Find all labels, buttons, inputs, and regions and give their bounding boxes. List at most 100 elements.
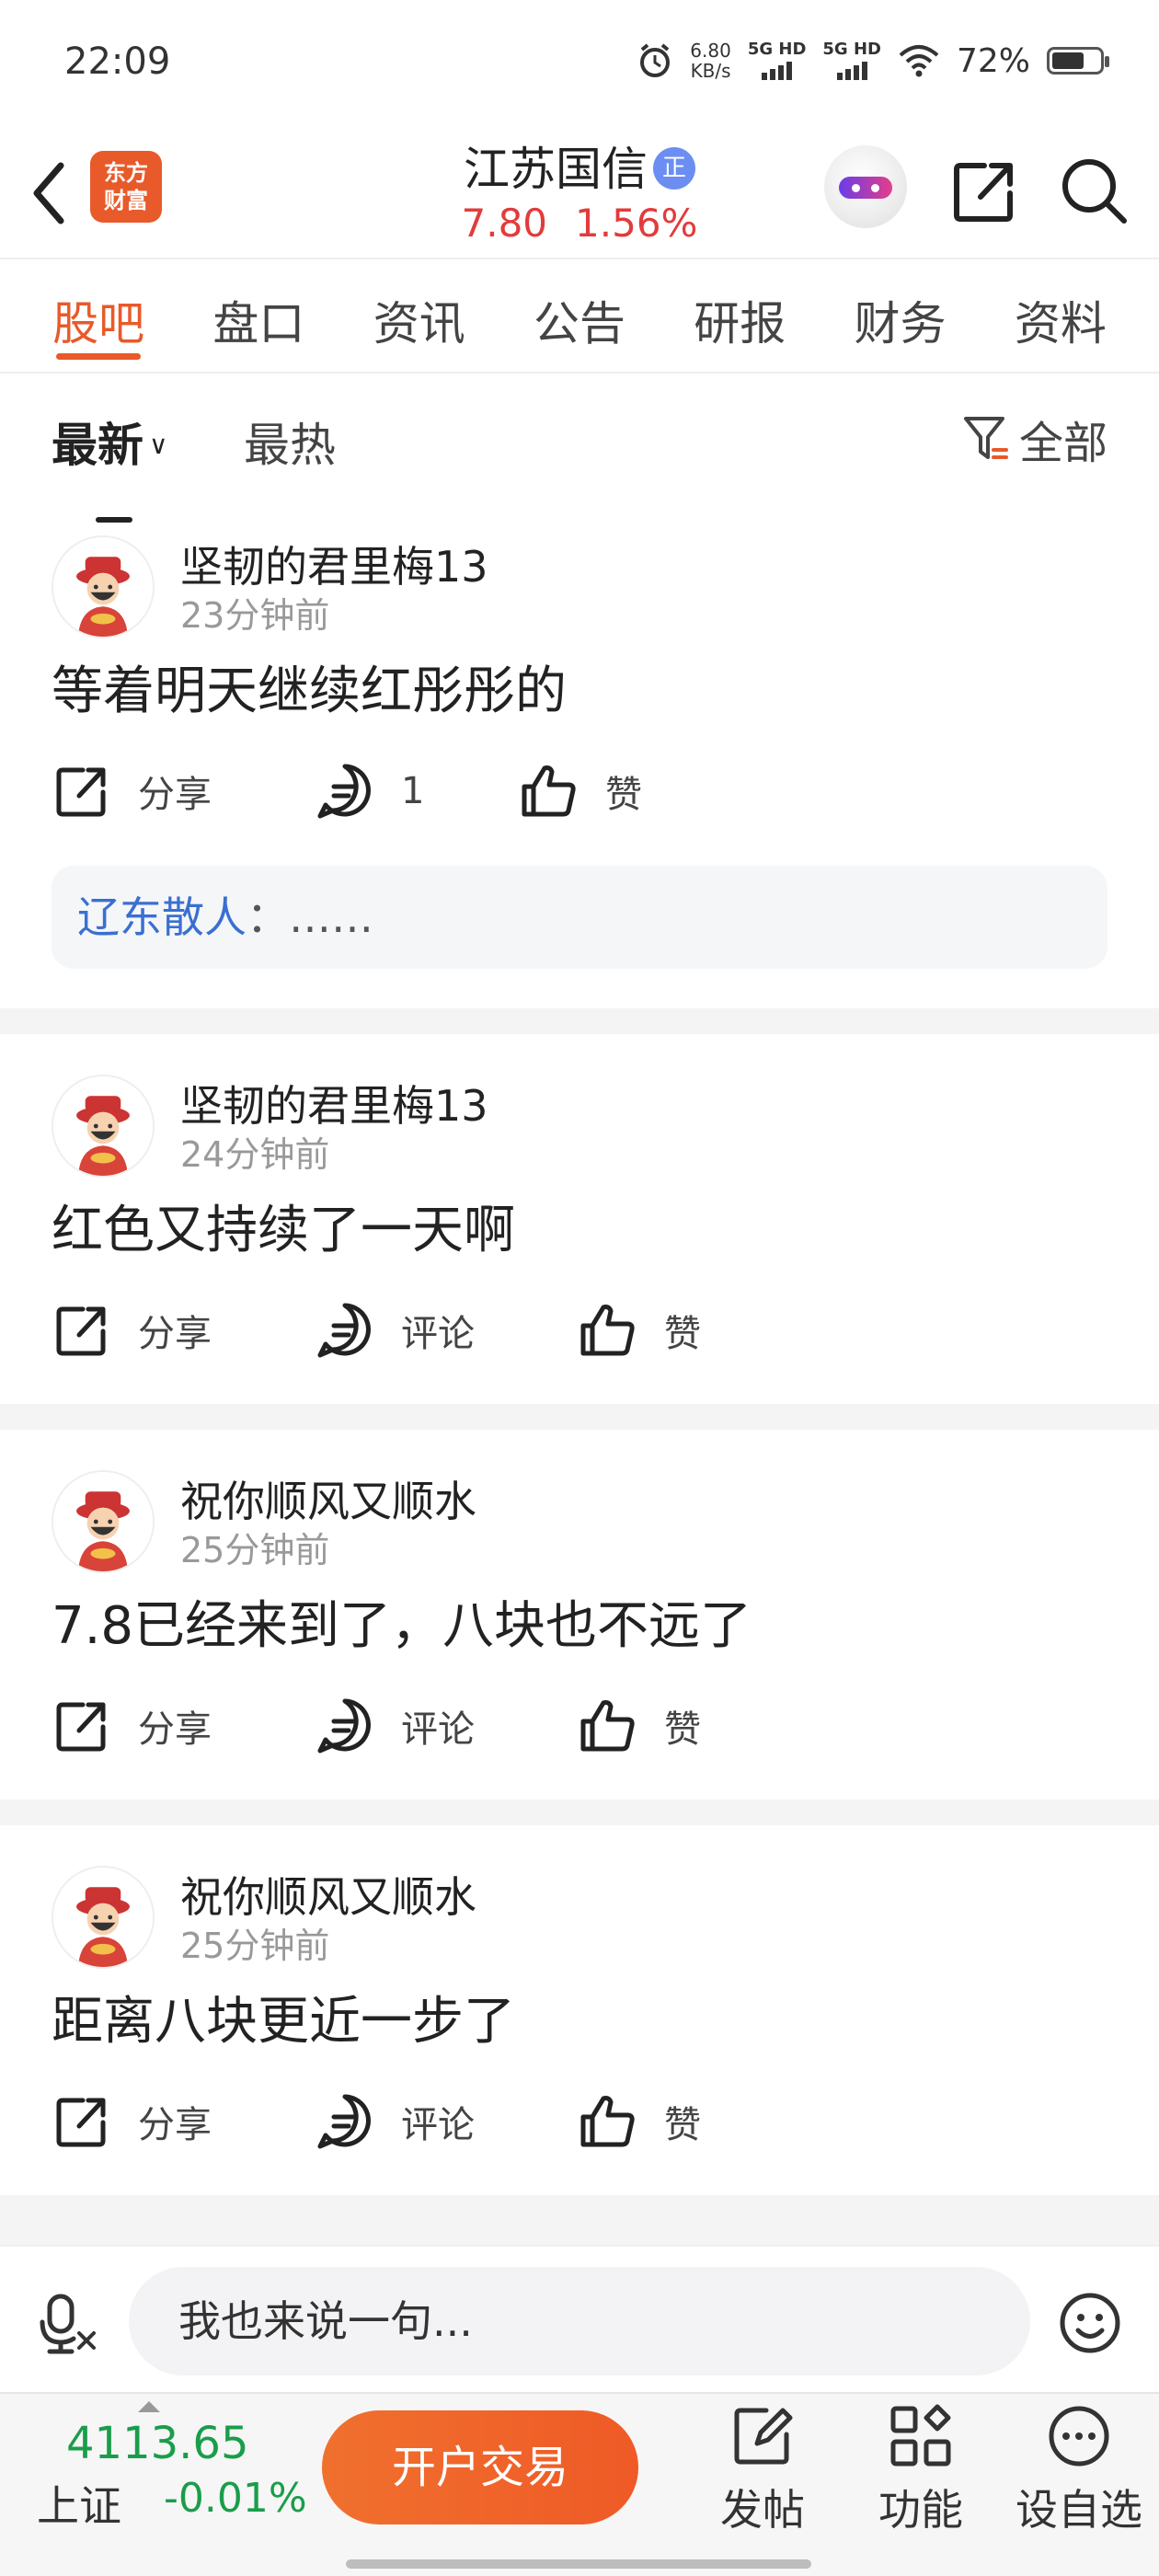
post-divider xyxy=(0,2195,1159,2245)
index-value[interactable]: 4113.65 xyxy=(66,2418,249,2469)
status-icons: 6.80 KB/s 5G HD 5G HD 72% xyxy=(637,40,1109,82)
comment-icon xyxy=(315,1300,375,1361)
index-change[interactable]: -0.01% xyxy=(164,2475,307,2522)
thumbs-up-icon xyxy=(578,2091,638,2152)
comment-icon xyxy=(315,2091,375,2152)
tab-pankou[interactable]: 盘口 xyxy=(212,261,304,372)
reply-username[interactable]: 辽东散人 xyxy=(77,892,247,942)
grid-apps-icon xyxy=(890,2404,951,2467)
caret-up-icon[interactable] xyxy=(138,2401,160,2412)
post-username[interactable]: 祝你顺风又顺水 xyxy=(180,1864,476,1925)
share-icon xyxy=(52,1696,112,1756)
thumbs-up-icon xyxy=(578,1696,638,1756)
post-time: 24分钟前 xyxy=(180,1134,330,1175)
sort-latest-button[interactable]: 最新 ∨ xyxy=(52,408,168,523)
stock-tabs: 股吧 盘口 资讯 公告 研报 财务 资料 xyxy=(0,261,1159,374)
post-content[interactable]: 红色又持续了一天啊 xyxy=(52,1189,515,1263)
like-button[interactable]: 赞 xyxy=(578,1294,701,1367)
post-actions: 分享 评论 赞 xyxy=(52,1294,879,1367)
signal-bars-icon xyxy=(762,62,793,80)
comment-icon xyxy=(315,761,375,822)
battery-icon xyxy=(1047,47,1109,75)
share-icon[interactable] xyxy=(947,155,1021,228)
thumbs-up-icon xyxy=(578,1300,638,1361)
ai-assistant-robot-icon[interactable] xyxy=(824,145,907,228)
filter-icon xyxy=(963,417,1008,459)
like-button[interactable]: 赞 xyxy=(578,1689,701,1763)
post-button[interactable]: 发帖 xyxy=(694,2403,832,2537)
comment-button[interactable]: 评论 xyxy=(315,1294,475,1367)
post-time: 25分钟前 xyxy=(180,1530,330,1570)
post-card[interactable]: 坚韧的君里梅13 24分钟前 红色又持续了一天啊 分享 评论 赞 xyxy=(0,1034,1159,1404)
function-button[interactable]: 功能 xyxy=(852,2403,990,2537)
share-button[interactable]: 分享 xyxy=(52,1689,212,1763)
post-content[interactable]: 等着明天继续红彤彤的 xyxy=(52,650,567,724)
post-card[interactable]: 坚韧的君里梅13 23分钟前 等着明天继续红彤彤的 分享 1 赞 辽东散人：…… xyxy=(0,512,1159,1036)
avatar[interactable] xyxy=(52,1075,155,1178)
tab-finance[interactable]: 财务 xyxy=(855,261,947,372)
post-actions: 分享 评论 赞 xyxy=(52,2085,879,2158)
more-dots-icon xyxy=(1049,2406,1109,2467)
voice-input-icon[interactable] xyxy=(37,2291,101,2355)
post-actions: 分享 评论 赞 xyxy=(52,1689,879,1763)
edit-icon xyxy=(734,2408,793,2465)
share-icon xyxy=(52,761,112,822)
avatar[interactable] xyxy=(52,1470,155,1573)
comment-input-bar: 我也来说一句... xyxy=(0,2245,1159,2392)
comment-button[interactable]: 评论 xyxy=(315,2085,475,2158)
tab-research[interactable]: 研报 xyxy=(694,261,786,372)
signal-bars-icon xyxy=(836,62,867,80)
share-icon xyxy=(52,1300,112,1361)
avatar[interactable] xyxy=(52,1866,155,1969)
post-content[interactable]: 7.8已经来到了，八块也不远了 xyxy=(52,1584,752,1659)
add-watchlist-button[interactable]: 设自选 xyxy=(1010,2403,1148,2537)
emoji-icon[interactable] xyxy=(1058,2291,1122,2355)
price-change: 1.56% xyxy=(575,201,698,246)
reply-text: ：…… xyxy=(247,892,373,942)
battery-percent: 72% xyxy=(956,41,1030,80)
alarm-icon xyxy=(640,43,671,77)
share-icon xyxy=(52,2091,112,2152)
like-button[interactable]: 赞 xyxy=(519,754,642,828)
share-button[interactable]: 分享 xyxy=(52,754,212,828)
net-speed: 6.80 KB/s xyxy=(690,40,731,82)
stock-tag-badge: 正 xyxy=(653,147,695,190)
post-divider xyxy=(0,1800,1159,1825)
signal-2: 5G HD xyxy=(822,41,881,80)
avatar[interactable] xyxy=(52,535,155,638)
share-button[interactable]: 分享 xyxy=(52,2085,212,2158)
post-content[interactable]: 距离八块更近一步了 xyxy=(52,1980,515,2054)
post-card[interactable]: 祝你顺风又顺水 25分钟前 距离八块更近一步了 分享 评论 赞 xyxy=(0,1825,1159,2195)
tab-announcements[interactable]: 公告 xyxy=(534,261,625,372)
sort-filter-row: 最新 ∨ 最热 全部 xyxy=(0,374,1159,523)
post-username[interactable]: 坚韧的君里梅13 xyxy=(180,1073,488,1133)
post-username[interactable]: 祝你顺风又顺水 xyxy=(180,1468,476,1529)
status-bar: 22:09 6.80 KB/s 5G HD 5G HD 72% xyxy=(0,0,1159,129)
battery-fill xyxy=(1052,52,1084,69)
search-icon[interactable] xyxy=(1058,155,1131,228)
tab-guba[interactable]: 股吧 xyxy=(52,261,144,372)
comment-button[interactable]: 1 xyxy=(315,754,424,828)
post-time: 23分钟前 xyxy=(180,595,330,636)
sort-hot-button[interactable]: 最热 xyxy=(244,408,336,475)
filter-all-button[interactable]: 全部 xyxy=(962,407,1107,471)
reply-preview[interactable]: 辽东散人：…… xyxy=(52,866,1107,969)
index-name[interactable]: 上证 xyxy=(37,2473,121,2534)
home-indicator[interactable] xyxy=(346,2559,811,2569)
thumbs-up-icon xyxy=(519,761,580,822)
tab-news[interactable]: 资讯 xyxy=(373,261,465,372)
post-card[interactable]: 祝你顺风又顺水 25分钟前 7.8已经来到了，八块也不远了 分享 评论 赞 xyxy=(0,1430,1159,1800)
comment-button[interactable]: 评论 xyxy=(315,1689,475,1763)
share-button[interactable]: 分享 xyxy=(52,1294,212,1367)
like-button[interactable]: 赞 xyxy=(578,2085,701,2158)
post-divider xyxy=(0,1008,1159,1034)
comment-input[interactable]: 我也来说一句... xyxy=(129,2267,1030,2375)
stock-header: 东方 财富 江苏国信正 7.80 1.56% xyxy=(0,129,1159,259)
price-value: 7.80 xyxy=(461,201,548,246)
tab-profile[interactable]: 资料 xyxy=(1015,261,1107,372)
post-username[interactable]: 坚韧的君里梅13 xyxy=(180,534,488,594)
comment-icon xyxy=(315,1696,375,1756)
post-divider xyxy=(0,1404,1159,1430)
wifi-icon xyxy=(899,45,939,77)
open-account-trade-button[interactable]: 开户交易 xyxy=(322,2410,638,2524)
